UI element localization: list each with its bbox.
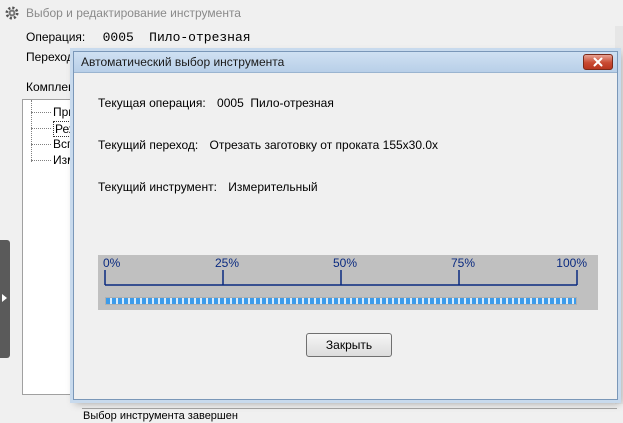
current-tool-value: Измерительный [228, 180, 318, 194]
current-transition-label: Текущий переход: [98, 138, 199, 152]
tree-connector [31, 100, 32, 162]
kit-row: Комплек [26, 80, 73, 94]
main-window-titlebar: Выбор и редактирование инструмента [0, 0, 623, 26]
ruler-tick-label: 75% [451, 256, 475, 270]
operation-name: Пило-отрезная [149, 30, 251, 45]
operation-code: 0005 [102, 30, 134, 45]
transition-label: Переход [26, 50, 74, 64]
tree-branch [31, 112, 51, 113]
progress-bar [105, 297, 577, 305]
ruler-tick-label: 50% [333, 256, 357, 270]
operation-row: Операция: 0005 Пило-отрезная [26, 30, 251, 45]
current-operation-label: Текущая операция: [98, 96, 206, 110]
auto-tool-selection-dialog: Автоматический выбор инструмента Текущая… [73, 51, 618, 422]
dialog-title: Автоматический выбор инструмента [81, 55, 285, 69]
status-bar: Выбор инструмента завершен [82, 408, 617, 423]
dialog-titlebar[interactable]: Автоматический выбор инструмента [74, 52, 617, 73]
close-icon [593, 57, 603, 67]
tree-branch [31, 144, 51, 145]
tree-branch [31, 128, 51, 129]
ruler-tick-label: 100% [556, 256, 587, 270]
current-tool-row: Текущий инструмент: Измерительный [98, 180, 318, 194]
operation-label: Операция: [26, 30, 86, 44]
current-operation-row: Текущая операция: 0005 Пило-отрезная [98, 96, 334, 110]
current-operation-value: 0005 Пило-отрезная [217, 96, 334, 110]
expand-arrow-icon [2, 294, 7, 302]
progress-bar-fill [106, 298, 576, 304]
tree-branch [31, 160, 51, 161]
main-window-title: Выбор и редактирование инструмента [26, 6, 241, 20]
progress-ruler: 0% 25% 50% 75% 100% [103, 256, 587, 286]
ruler-tick-label: 25% [215, 256, 239, 270]
current-transition-row: Текущий переход: Отрезать заготовку от п… [98, 138, 438, 152]
current-transition-value: Отрезать заготовку от проката 155x30.0x [209, 138, 439, 152]
close-button[interactable]: Закрыть [306, 333, 392, 357]
dialog-body: Текущая операция: 0005 Пило-отрезная Тек… [78, 77, 617, 422]
transition-row: Переход [26, 50, 74, 64]
kit-label: Комплек [26, 80, 74, 94]
tree-item[interactable]: При [53, 105, 75, 119]
current-tool-label: Текущий инструмент: [98, 180, 217, 194]
ruler-tick-label: 0% [103, 256, 121, 270]
dialog-close-button[interactable] [583, 54, 613, 70]
progress-area: 0% 25% 50% 75% 100% [98, 255, 598, 310]
gear-icon [5, 6, 19, 20]
side-panel-grip[interactable] [0, 240, 10, 358]
